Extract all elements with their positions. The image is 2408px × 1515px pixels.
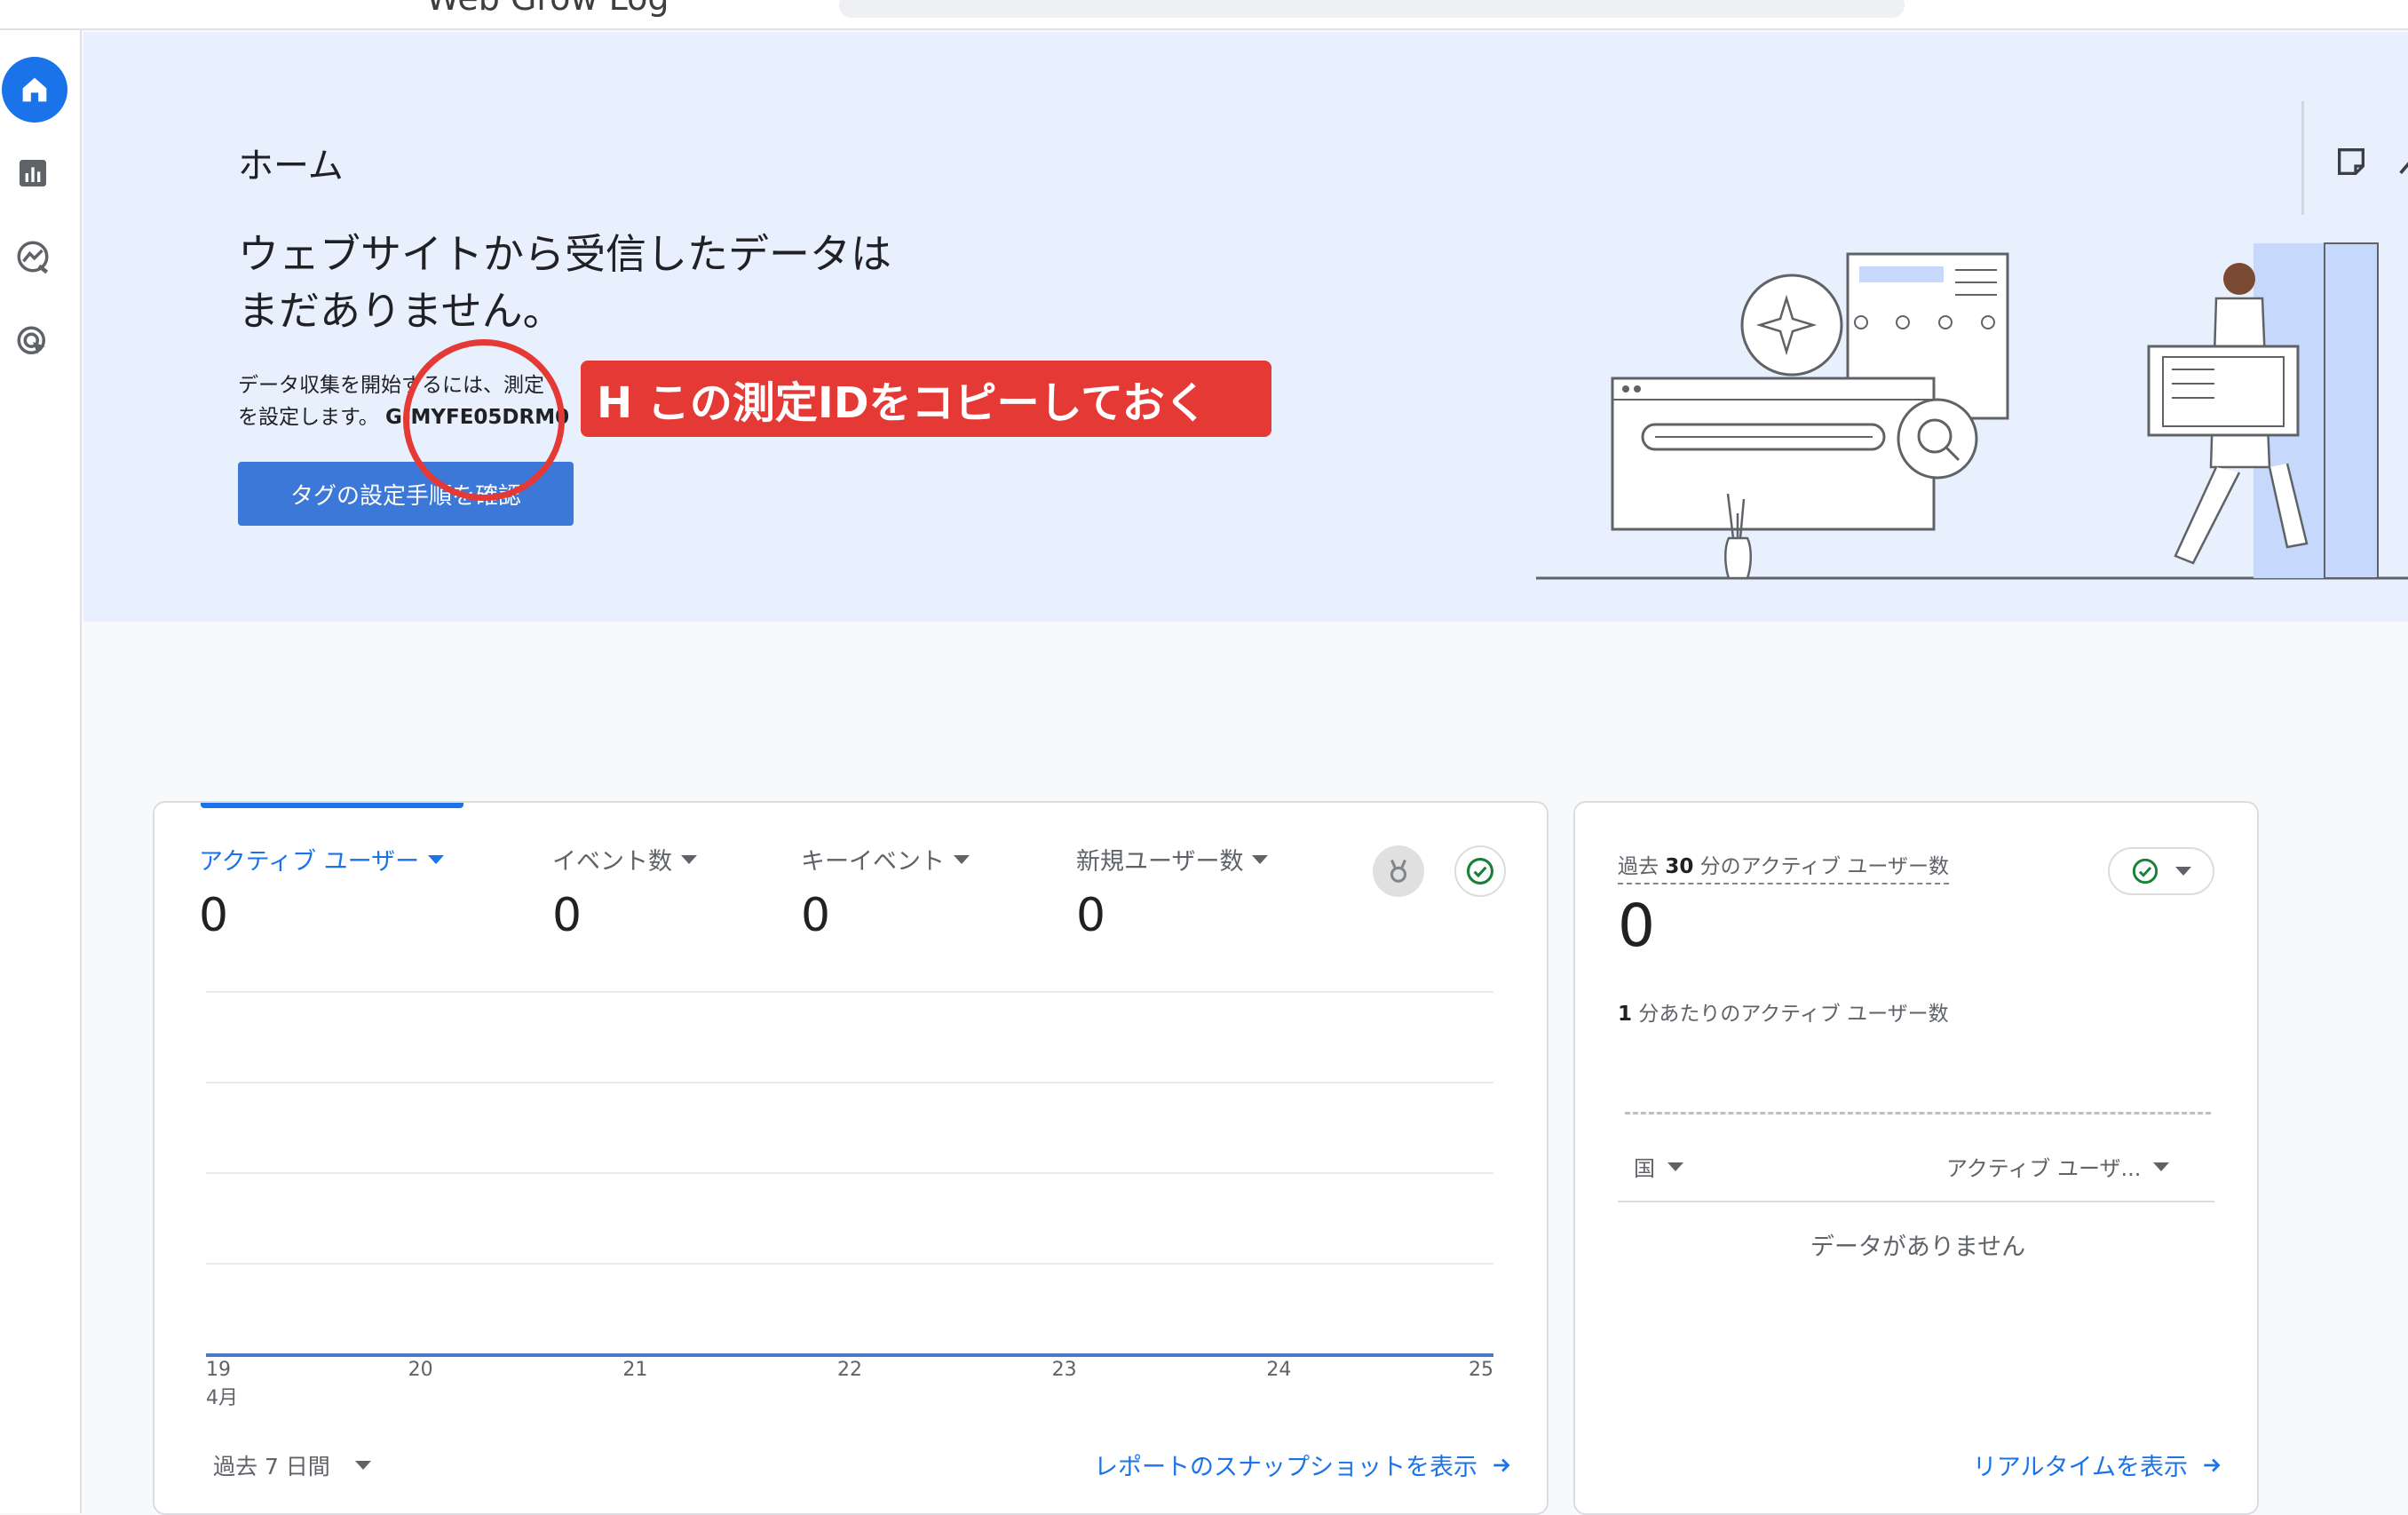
realtime-subtitle: 1 分あたりのアクティブ ユーザー数 — [1618, 996, 1949, 1027]
insights-badge-button[interactable] — [1373, 845, 1424, 897]
realtime-link[interactable]: リアルタイムを表示 — [1973, 1448, 2223, 1482]
x-tick-label: 22 — [837, 1359, 862, 1381]
realtime-link-label: リアルタイムを表示 — [1972, 1454, 2188, 1481]
hero-banner: ホーム ウェブサイトから受信したデータは まだありません。 データ収集を開始する… — [83, 32, 2408, 622]
nav-explore[interactable] — [0, 224, 66, 290]
check-circle-icon — [2132, 858, 2158, 884]
gridline — [206, 1082, 1493, 1083]
x-tick-label: 20 — [408, 1359, 433, 1381]
overview-card: アクティブ ユーザー 0 イベント数 0 キーイベント 0 新規ユーザー数 0 … — [153, 801, 1549, 1515]
realtime-title-num: 30 — [1665, 855, 1694, 878]
search-bar[interactable] — [839, 0, 1905, 18]
home-icon — [22, 77, 47, 102]
column-country[interactable]: 国 — [1634, 1151, 1683, 1182]
note-icon — [2338, 148, 2364, 175]
property-title[interactable]: Web Grow Log — [426, 0, 669, 18]
caret-down-icon — [2175, 867, 2191, 876]
hero-illustration — [1536, 242, 2408, 580]
metric-label: キーイベント — [801, 848, 945, 876]
reports-icon — [20, 160, 46, 186]
x-tick-label: 21 — [622, 1359, 648, 1381]
metric-value: 0 — [801, 889, 831, 942]
column-active-users[interactable]: アクティブ ユーザ... — [1946, 1151, 2170, 1182]
hero-heading-line2: まだありません。 — [238, 287, 564, 335]
data-quality-button[interactable] — [1454, 845, 1506, 897]
hero-heading: ウェブサイトから受信したデータは まだありません。 — [238, 226, 1002, 339]
insights-icon — [2399, 162, 2408, 175]
realtime-title-pre: 過去 — [1618, 855, 1659, 878]
hero-desc-part2: を設定します。 — [238, 406, 379, 429]
gridline — [206, 1172, 1493, 1174]
column-active-users-label: アクティブ ユーザ... — [1946, 1156, 2142, 1181]
caret-down-icon — [681, 854, 697, 864]
metric-label: 新規ユーザー数 — [1076, 848, 1244, 876]
x-month-label: 4月 — [206, 1387, 238, 1409]
series-line-active-users — [206, 1353, 1493, 1357]
caret-down-icon — [954, 854, 970, 864]
realtime-status-dropdown[interactable] — [2108, 847, 2214, 895]
nav-home[interactable] — [2, 57, 67, 123]
x-tick-label: 24 — [1266, 1359, 1292, 1381]
page-title: ホーム — [238, 146, 344, 186]
gridline — [206, 1263, 1493, 1265]
annotation-circle — [403, 339, 565, 501]
metric-active-users[interactable]: アクティブ ユーザー 0 — [199, 842, 445, 942]
active-tab-indicator — [201, 803, 463, 808]
nav-advertising[interactable] — [0, 309, 66, 375]
gridline — [206, 991, 1493, 993]
caret-down-icon — [1252, 854, 1269, 864]
realtime-title[interactable]: 過去 30 分のアクティブ ユーザー数 — [1618, 849, 1949, 884]
arrow-right-icon — [2204, 1458, 2221, 1471]
hero-divider — [2301, 101, 2304, 215]
metric-label: イベント数 — [552, 848, 672, 876]
notes-button[interactable] — [2326, 137, 2376, 186]
report-snapshot-link[interactable]: レポートのスナップショットを表示 — [1094, 1448, 1513, 1482]
no-data-message: データがありません — [1810, 1233, 2026, 1261]
realtime-empty-chart — [1625, 1112, 2211, 1114]
x-tick-label: 19 — [206, 1359, 231, 1381]
nav-reports[interactable] — [0, 140, 66, 206]
metric-value: 0 — [552, 889, 582, 942]
realtime-card: 過去 30 分のアクティブ ユーザー数 0 1 分あたりのアクティブ ユーザー数… — [1573, 801, 2259, 1515]
caret-down-icon — [1667, 1162, 1683, 1171]
x-tick-label: 23 — [1051, 1359, 1077, 1381]
realtime-title-post: 分のアクティブ ユーザー数 — [1699, 855, 1949, 878]
column-country-label: 国 — [1634, 1156, 1655, 1181]
date-range-selector[interactable]: 過去 7 日間 — [213, 1449, 371, 1481]
caret-down-icon — [354, 1461, 371, 1470]
advertising-icon — [17, 326, 45, 354]
badge-icon — [1390, 859, 1407, 883]
top-bar: Web Grow Log — [0, 0, 2408, 30]
explore-icon — [17, 241, 49, 274]
realtime-sub-num: 1 — [1618, 1003, 1633, 1026]
date-range-label: 過去 7 日間 — [213, 1454, 330, 1479]
caret-down-icon — [428, 854, 445, 864]
hero-heading-line1: ウェブサイトから受信したデータは — [238, 230, 891, 278]
x-tick-label: 25 — [1469, 1359, 1493, 1381]
report-snapshot-label: レポートのスナップショットを表示 — [1094, 1454, 1477, 1481]
metric-label: アクティブ ユーザー — [199, 848, 420, 876]
annotation-label: H この測定IDをコピーしておく — [581, 361, 1271, 437]
check-circle-icon — [1466, 857, 1494, 885]
arrow-right-icon — [1493, 1458, 1510, 1471]
table-divider — [1618, 1201, 2214, 1202]
metric-value: 0 — [199, 889, 229, 942]
metric-value: 0 — [1076, 889, 1106, 942]
realtime-value: 0 — [1618, 892, 1655, 960]
metric-event-count[interactable]: イベント数 0 — [552, 842, 697, 942]
caret-down-icon — [2153, 1162, 2170, 1171]
left-nav — [0, 30, 82, 1513]
realtime-sub-text: 分あたりのアクティブ ユーザー数 — [1638, 1003, 1949, 1026]
metric-key-events[interactable]: キーイベント 0 — [801, 842, 970, 942]
metric-new-users[interactable]: 新規ユーザー数 0 — [1076, 842, 1269, 942]
insights-button[interactable] — [2392, 137, 2408, 186]
